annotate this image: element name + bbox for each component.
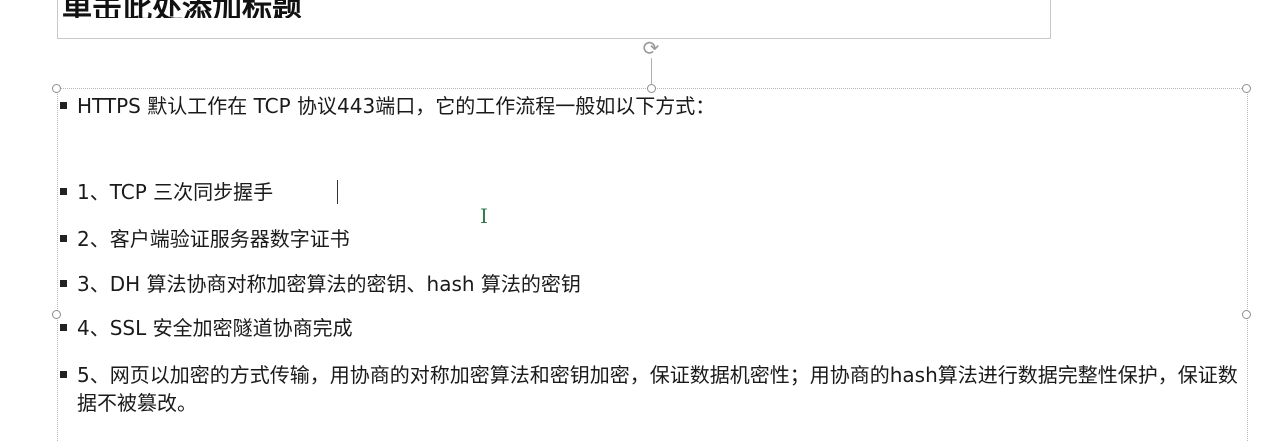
bullet-text: 2、客户端验证服务器数字证书 (77, 227, 350, 251)
bullet-item[interactable]: 4、SSL 安全加密隧道协商完成 (60, 314, 1247, 342)
bullet-item[interactable]: 2、客户端验证服务器数字证书 (60, 225, 1247, 253)
bullet-text: 5、网页以加密的方式传输，用协商的对称加密算法和密钥加密，保证数据机密性；用协商… (77, 363, 1238, 415)
bullet-item[interactable]: 1、TCP 三次同步握手 (60, 178, 1247, 206)
bullet-item[interactable]: 5、网页以加密的方式传输，用协商的对称加密算法和密钥加密，保证数据机密性；用协商… (60, 361, 1247, 417)
rotate-handle-icon[interactable]: ⟳ (640, 37, 662, 59)
bullet-text: HTTPS 默认工作在 TCP 协议443端口，它的工作流程一般如以下方式： (77, 94, 716, 118)
bullet-text: 3、DH 算法协商对称加密算法的密钥、hash 算法的密钥 (77, 272, 581, 296)
slide-canvas: 单击此处添加标题 ⟳ I HTTPS 默认工作在 TCP 协议443端口，它的工… (0, 0, 1270, 442)
bullet-item[interactable]: 3、DH 算法协商对称加密算法的密钥、hash 算法的密钥 (60, 270, 1247, 298)
ibeam-cursor-icon: I (480, 204, 488, 228)
slide-title: 单击此处添加标题 (62, 0, 302, 27)
bullet-item[interactable]: HTTPS 默认工作在 TCP 协议443端口，它的工作流程一般如以下方式： (60, 92, 1247, 120)
title-placeholder[interactable]: 单击此处添加标题 (57, 0, 1051, 39)
bullet-text: 1、TCP 三次同步握手 (77, 180, 274, 204)
bullet-text: 4、SSL 安全加密隧道协商完成 (77, 316, 353, 340)
